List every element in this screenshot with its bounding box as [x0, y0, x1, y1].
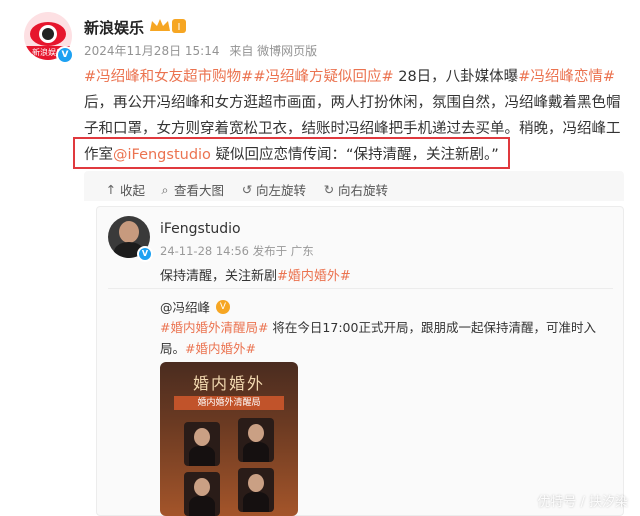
- shared-author-name[interactable]: iFengstudio: [160, 221, 241, 237]
- level-badge-text: I: [178, 22, 181, 33]
- post-meta: 2024年11月28日 15:14 来自 微博网页版: [84, 42, 323, 59]
- search-icon: ⌕: [161, 181, 169, 197]
- poster-portrait: [238, 418, 274, 462]
- drama-poster-image[interactable]: 婚内婚外 婚内婚外清醒局: [160, 362, 298, 516]
- collapse-button[interactable]: ↑ 收起: [104, 180, 145, 199]
- verified-icon: V: [137, 246, 153, 262]
- quoted-text: #婚内婚外清醒局# 将在今日17:00正式开局，跟朋成一起保持清醒，可准时入局。…: [160, 317, 610, 359]
- rotate-right-icon: ↻: [323, 182, 335, 197]
- quoted-author[interactable]: @冯绍峰 V: [160, 297, 231, 316]
- view-large-button[interactable]: ⌕ 查看大图: [158, 180, 224, 199]
- member-level-icon[interactable]: I: [148, 17, 188, 35]
- view-large-label: 查看大图: [174, 183, 225, 198]
- shared-post-meta: 24-11-28 14:56 发布于 广东: [160, 244, 314, 258]
- author-name[interactable]: 新浪娱乐: [84, 17, 144, 38]
- poster-portrait: [238, 468, 274, 512]
- watermark: 优特号 / 扶汐染: [537, 495, 628, 510]
- hashtag-link[interactable]: #冯绍峰恋情#: [518, 69, 615, 85]
- shared-post-text: 保持清醒，关注新剧#婚内婚外#: [160, 265, 351, 284]
- shared-text: 保持清醒，关注新剧: [160, 269, 278, 284]
- body-text: 28日，八卦媒体曝: [393, 69, 519, 85]
- post-source: 来自 微博网页版: [229, 44, 318, 58]
- rotate-left-button[interactable]: ↺ 向左旋转: [240, 180, 306, 199]
- post-timestamp[interactable]: 2024年11月28日 15:14: [84, 44, 219, 58]
- collapse-label: 收起: [120, 183, 146, 198]
- verified-icon: V: [56, 46, 74, 64]
- hashtag-link[interactable]: #婚内婚外#: [277, 269, 351, 284]
- poster-title: 婚内婚外: [192, 374, 265, 393]
- poster-portrait: [184, 422, 220, 466]
- hashtag-link[interactable]: #婚内婚外清醒局#: [160, 320, 268, 335]
- quoted-author-name[interactable]: @冯绍峰: [160, 297, 210, 316]
- rotate-right-label: 向右旋转: [338, 183, 389, 198]
- verified-gold-icon: V: [216, 299, 231, 314]
- hashtag-link[interactable]: #冯绍峰和女友超市购物#: [84, 69, 253, 85]
- rotate-right-button[interactable]: ↻ 向右旋转: [322, 180, 388, 199]
- arrow-up-icon: ↑: [105, 182, 117, 197]
- poster-subtitle: 婚内婚外清醒局: [174, 396, 284, 410]
- highlight-box: [73, 137, 510, 169]
- hashtag-link[interactable]: #婚内婚外#: [185, 341, 256, 356]
- divider: [108, 288, 613, 289]
- hashtag-link[interactable]: #冯绍峰方疑似回应#: [253, 69, 393, 85]
- rotate-left-label: 向左旋转: [256, 183, 307, 198]
- sina-eye-logo: [30, 22, 66, 46]
- poster-portrait: [184, 472, 220, 516]
- rotate-left-icon: ↺: [241, 182, 253, 197]
